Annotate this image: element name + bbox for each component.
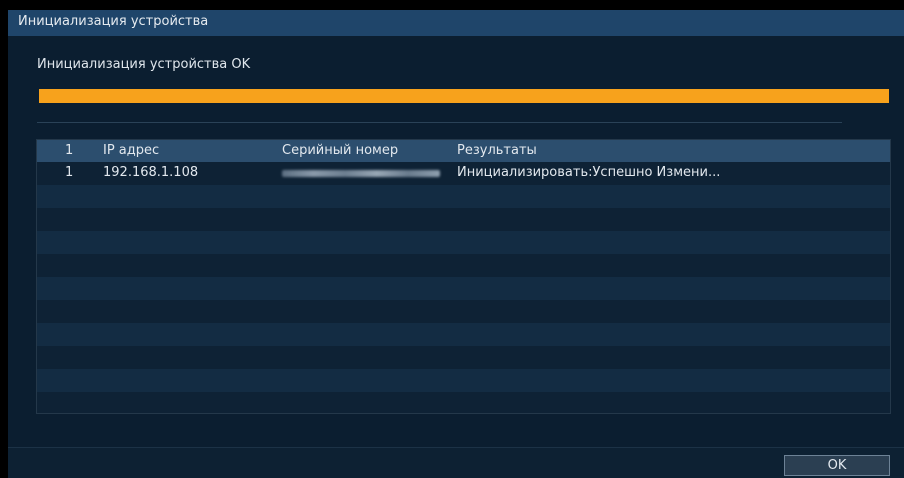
- table-row[interactable]: [37, 369, 890, 392]
- table-row[interactable]: [37, 254, 890, 277]
- status-text: Инициализация устройства OK: [37, 57, 251, 72]
- table-row[interactable]: [37, 277, 890, 300]
- table-row[interactable]: [37, 185, 890, 208]
- row-ip-address: 192.168.1.108: [103, 165, 199, 180]
- row-serial-blurred: [282, 170, 440, 177]
- table-row[interactable]: [37, 323, 890, 346]
- table-row[interactable]: [37, 300, 890, 323]
- table-row[interactable]: 1 192.168.1.108 Инициализировать:Успешно И…: [37, 162, 890, 185]
- column-header-serial: Серийный номер: [282, 143, 399, 158]
- column-header-number: 1: [65, 143, 74, 158]
- column-header-results: Результаты: [457, 143, 537, 158]
- results-table: 1 IP адрес Серийный номер Результаты 1 19…: [36, 139, 891, 414]
- title-bar: Инициализация устройства: [8, 10, 904, 36]
- row-number: 1: [65, 165, 74, 180]
- ok-button[interactable]: OK: [784, 455, 890, 476]
- table-row[interactable]: [37, 231, 890, 254]
- table-row[interactable]: [37, 392, 890, 413]
- row-result: Инициализировать:Успешно Измени...: [457, 165, 721, 180]
- column-header-ip: IP адрес: [103, 143, 160, 158]
- progress-bar: [39, 89, 889, 103]
- divider: [37, 122, 842, 123]
- dialog-title: Инициализация устройства: [18, 14, 209, 29]
- table-header: 1 IP адрес Серийный номер Результаты: [37, 140, 890, 162]
- init-device-dialog: Инициализация устройства Инициализация у…: [8, 10, 904, 478]
- table-row[interactable]: [37, 208, 890, 231]
- bottom-bar: OK: [8, 447, 904, 478]
- table-row[interactable]: [37, 346, 890, 369]
- progress-bar-fill: [39, 89, 889, 103]
